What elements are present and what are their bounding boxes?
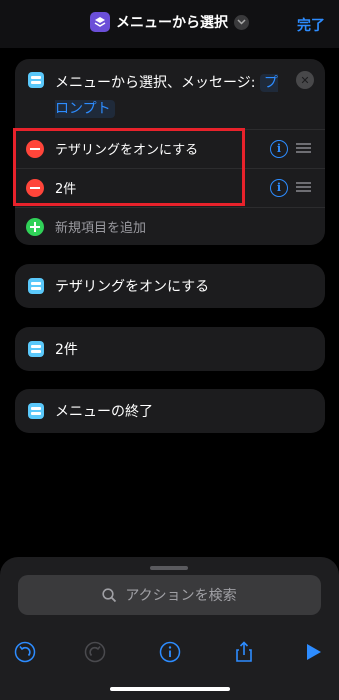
action-sheet: アクションを検索 (0, 557, 339, 700)
menu-action-icon (28, 341, 44, 357)
done-button[interactable]: 完了 (297, 15, 325, 35)
share-icon[interactable] (233, 641, 255, 663)
action-label: 2件 (55, 342, 78, 358)
reorder-handle-icon[interactable] (296, 143, 311, 153)
info-icon[interactable]: i (270, 140, 288, 158)
add-item-row[interactable]: 新規項目を追加 (15, 207, 325, 245)
menu-action-title: メニューから選択、メッセージ: プロンプト (55, 70, 285, 122)
menu-title-text: メニューから選択、メッセージ: (55, 75, 260, 91)
action-card[interactable]: 2件 (15, 327, 325, 371)
shortcuts-app-icon (90, 12, 110, 32)
title-menu[interactable]: メニューから選択 (0, 12, 339, 32)
page-title: メニューから選択 (116, 15, 228, 31)
chevron-down-icon[interactable] (234, 14, 249, 30)
sheet-grabber[interactable] (150, 566, 188, 570)
search-field[interactable]: アクションを検索 (18, 575, 321, 615)
search-icon (102, 587, 117, 602)
search-placeholder: アクションを検索 (125, 588, 237, 604)
undo-icon[interactable] (14, 641, 36, 663)
info-icon[interactable] (159, 641, 181, 663)
close-icon[interactable]: ✕ (296, 71, 314, 89)
navigation-bar: メニューから選択 完了 (0, 0, 339, 48)
menu-action-icon (28, 72, 44, 88)
menu-action-icon (28, 278, 44, 294)
home-indicator (110, 687, 230, 691)
action-label: メニューの終了 (55, 404, 153, 420)
highlight-box (13, 128, 245, 206)
action-card[interactable]: テザリングをオンにする (15, 264, 325, 308)
play-icon[interactable] (302, 641, 324, 663)
add-item-label[interactable]: 新規項目を追加 (55, 217, 146, 236)
reorder-handle-icon[interactable] (296, 182, 311, 192)
redo-icon[interactable] (84, 641, 106, 663)
editor-toolbar (0, 637, 339, 667)
menu-action-icon (28, 403, 44, 419)
action-card[interactable]: メニューの終了 (15, 389, 325, 433)
action-label: テザリングをオンにする (55, 279, 210, 295)
add-icon[interactable] (26, 218, 44, 236)
info-icon[interactable]: i (270, 179, 288, 197)
